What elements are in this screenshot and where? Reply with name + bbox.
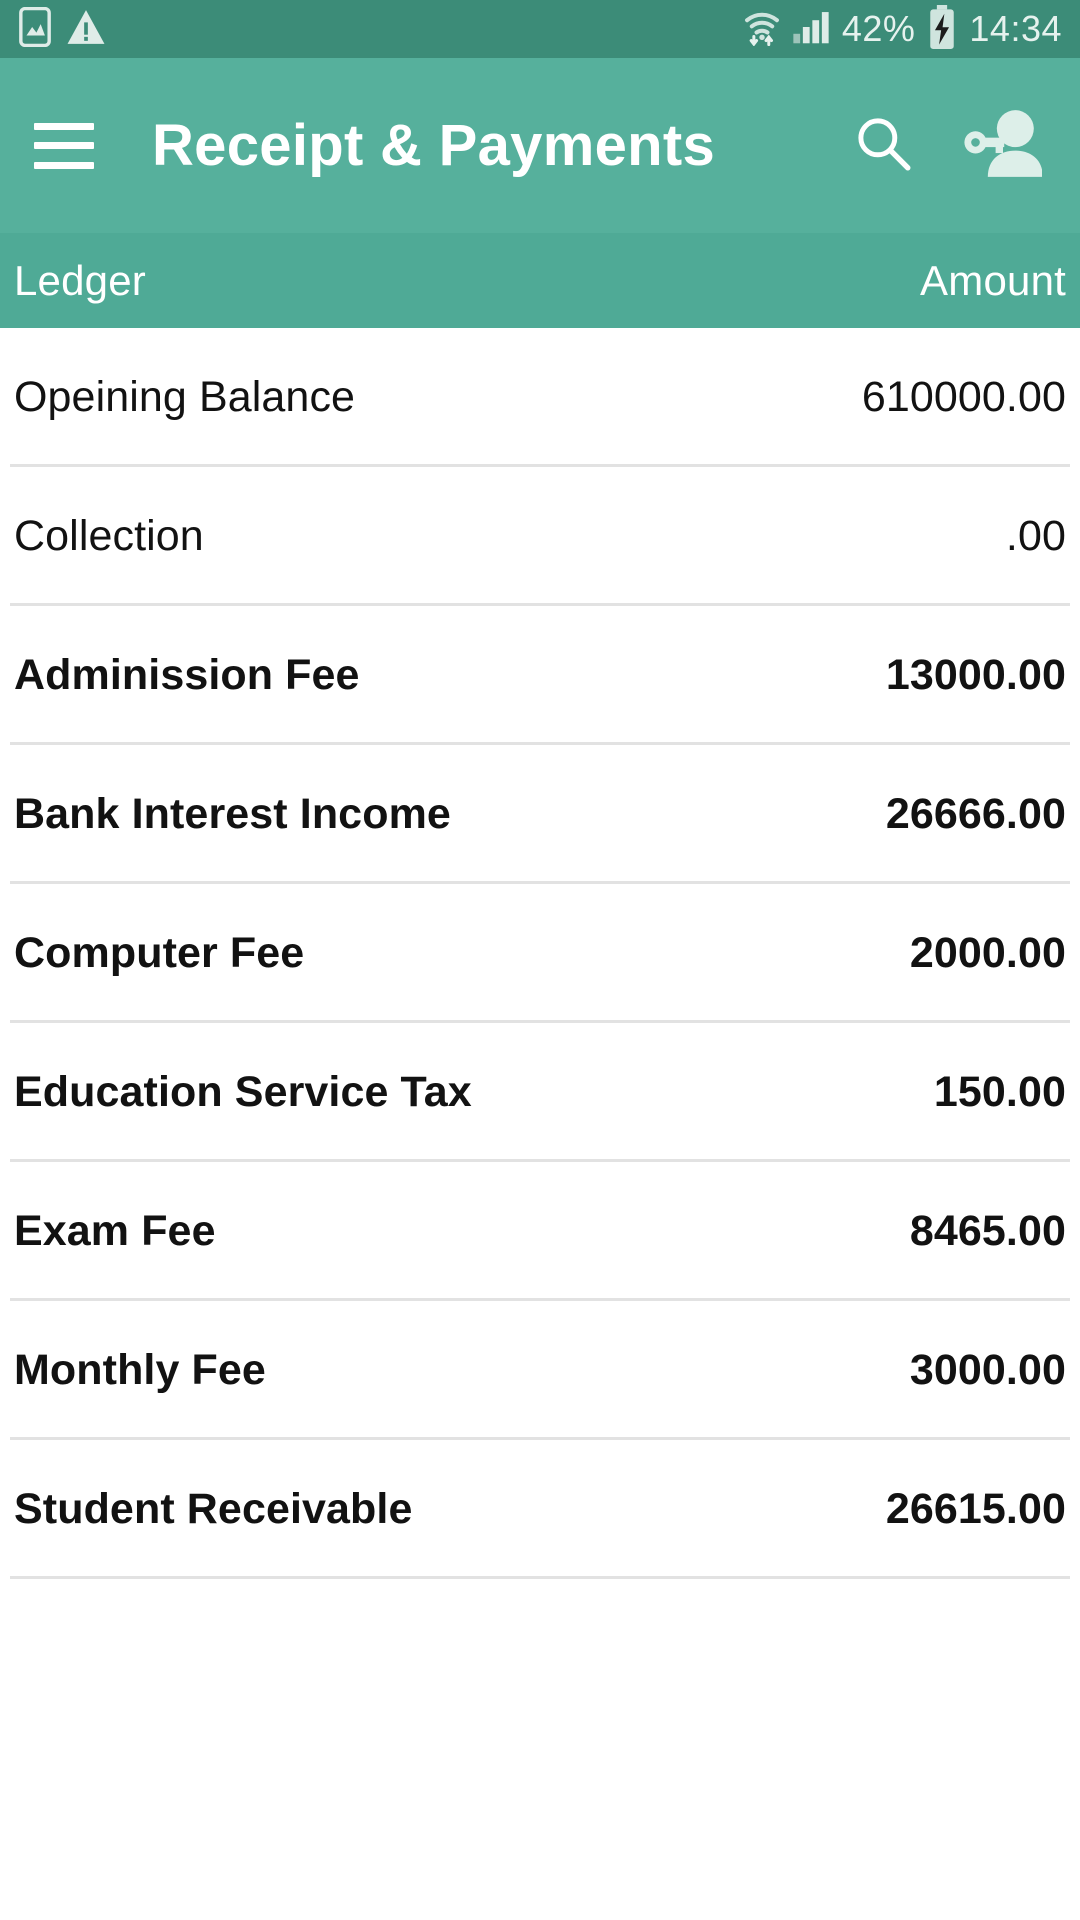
column-header-ledger: Ledger [14,256,146,304]
status-bar-right-icons: 42% 14:34 [744,4,1062,54]
ledger-amount: 13000.00 [885,651,1066,699]
ledger-amount: 26615.00 [885,1485,1066,1533]
ledger-name: Opeining Balance [14,373,356,421]
hamburger-menu-icon[interactable] [34,122,94,169]
account-key-icon [964,109,1043,182]
ledger-amount: 8465.00 [909,1207,1066,1255]
cellular-signal-icon [792,9,830,50]
ledger-amount: 3000.00 [909,1346,1066,1394]
battery-charging-icon [927,4,957,54]
ledger-amount: 2000.00 [909,929,1066,977]
ledger-row[interactable]: Student Receivable 26615.00 [0,1440,1080,1579]
ledger-name: Bank Interest Income [14,790,451,838]
ledger-name: Exam Fee [14,1207,216,1255]
ledger-amount: .00 [1005,512,1066,560]
account-key-button[interactable] [964,110,1043,181]
status-bar: 42% 14:34 [0,0,1080,58]
hamburger-bar [34,142,94,149]
ledger-row[interactable]: Exam Fee 8465.00 [0,1162,1080,1301]
ledger-name: Computer Fee [14,929,305,977]
battery-percent-label: 42% [841,8,916,49]
column-header-amount: Amount [920,256,1066,304]
app-bar-actions [848,110,1052,181]
warning-icon [66,8,106,51]
ledger-name: Adminission Fee [14,651,360,699]
ledger-name: Collection [14,512,204,560]
ledger-name: Monthly Fee [14,1346,266,1394]
ledger-amount: 610000.00 [861,373,1066,421]
app-bar: Receipt & Payments [0,58,1080,233]
search-button[interactable] [848,111,918,181]
ledger-amount: 26666.00 [885,790,1066,838]
status-bar-left-icons [18,6,106,52]
hamburger-bar [34,122,94,130]
table-header-row: Ledger Amount [0,233,1080,328]
ledger-row[interactable]: Monthly Fee 3000.00 [0,1301,1080,1440]
ledger-row[interactable]: Computer Fee 2000.00 [0,884,1080,1023]
search-icon [852,112,914,179]
ledger-list[interactable]: Opeining Balance 610000.00 Collection .00 Ad… [0,328,1080,1579]
wifi-icon [744,8,780,51]
screenshot-icon [18,6,52,52]
ledger-name: Student Receivable [14,1485,413,1533]
page-title: Receipt & Payments [152,113,716,178]
ledger-row[interactable]: Adminission Fee 13000.00 [0,606,1080,745]
clock-label: 14:34 [969,8,1062,49]
ledger-row[interactable]: Opeining Balance 610000.00 [0,328,1080,467]
ledger-row[interactable]: Education Service Tax 150.00 [0,1023,1080,1162]
hamburger-bar [34,161,94,169]
ledger-amount: 150.00 [933,1068,1066,1116]
ledger-name: Education Service Tax [14,1068,472,1116]
ledger-row[interactable]: Collection .00 [0,467,1080,606]
ledger-row[interactable]: Bank Interest Income 26666.00 [0,745,1080,884]
